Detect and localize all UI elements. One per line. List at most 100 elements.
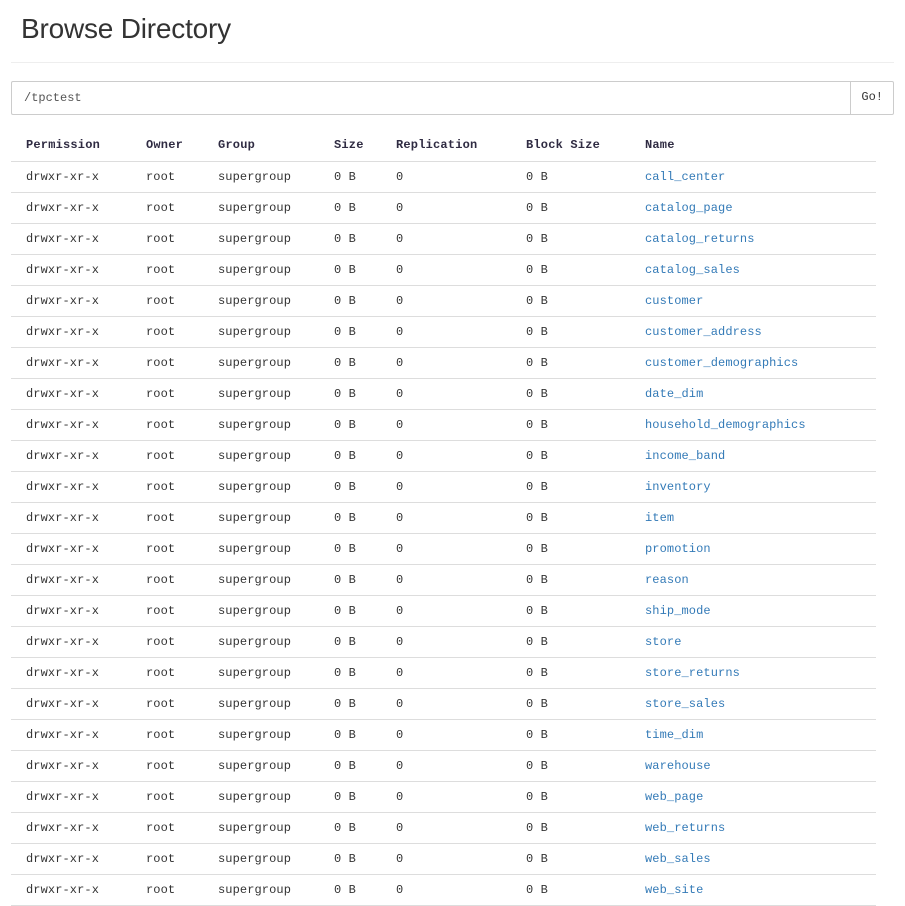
cell-group: supergroup <box>218 378 334 410</box>
cell-group: supergroup <box>218 595 334 627</box>
cell-group: supergroup <box>218 750 334 782</box>
table-row: drwxr-xr-x root supergroup 0 B00 Bweb_page <box>11 781 876 813</box>
cell-owner: root <box>146 316 218 348</box>
cell-name: item <box>645 502 876 534</box>
cell-size: 0 B <box>334 285 396 317</box>
cell-block-size: 0 B <box>526 688 645 720</box>
column-header-replication: Replication <box>396 137 526 162</box>
cell-size: 0 B <box>334 533 396 565</box>
cell-owner: root <box>146 223 218 255</box>
cell-size: 0 B <box>334 781 396 813</box>
cell-group: supergroup <box>218 502 334 534</box>
cell-group: supergroup <box>218 471 334 503</box>
cell-block-size: 0 B <box>526 502 645 534</box>
cell-size: 0 B <box>334 812 396 844</box>
cell-group: supergroup <box>218 719 334 751</box>
cell-owner: root <box>146 409 218 441</box>
cell-owner: root <box>146 440 218 472</box>
directory-link[interactable]: catalog_sales <box>645 263 740 277</box>
cell-name: reason <box>645 564 876 596</box>
directory-link[interactable]: web_page <box>645 790 703 804</box>
cell-replication: 0 <box>396 564 526 596</box>
cell-permission: drwxr-xr-x <box>11 192 146 224</box>
table-row: drwxr-xr-x root supergroup 0 B00 Bcatalog_r… <box>11 223 876 255</box>
directory-table-body: drwxr-xr-x root supergroup 0 B00 Bcall_cent… <box>11 161 876 906</box>
directory-link[interactable]: customer_demographics <box>645 356 798 370</box>
page-title: Browse Directory <box>21 13 231 44</box>
directory-link[interactable]: date_dim <box>645 387 703 401</box>
table-row: drwxr-xr-x root supergroup 0 B00 Bcustomer <box>11 285 876 317</box>
cell-owner: root <box>146 192 218 224</box>
cell-size: 0 B <box>334 378 396 410</box>
table-row: drwxr-xr-x root supergroup 0 B00 Bcall_cent… <box>11 161 876 193</box>
cell-name: warehouse <box>645 750 876 782</box>
table-row: drwxr-xr-x root supergroup 0 B00 Binventory <box>11 471 876 503</box>
directory-link[interactable]: warehouse <box>645 759 711 773</box>
cell-name: web_returns <box>645 812 876 844</box>
directory-table: Permission Owner Group Size Replication … <box>11 137 876 906</box>
cell-name: income_band <box>645 440 876 472</box>
cell-size: 0 B <box>334 223 396 255</box>
table-row: drwxr-xr-x root supergroup 0 B00 Bhousehold… <box>11 409 876 441</box>
cell-name: call_center <box>645 161 876 193</box>
directory-path-input[interactable] <box>11 80 851 115</box>
cell-name: catalog_sales <box>645 254 876 286</box>
cell-owner: root <box>146 471 218 503</box>
cell-size: 0 B <box>334 564 396 596</box>
directory-table-container: Permission Owner Group Size Replication … <box>11 137 894 906</box>
cell-replication: 0 <box>396 657 526 689</box>
table-row: drwxr-xr-x root supergroup 0 B00 Bincome_ba… <box>11 440 876 472</box>
cell-group: supergroup <box>218 843 334 875</box>
table-row: drwxr-xr-x root supergroup 0 B00 Bstore <box>11 626 876 658</box>
cell-size: 0 B <box>334 719 396 751</box>
directory-link[interactable]: income_band <box>645 449 725 463</box>
cell-owner: root <box>146 533 218 565</box>
directory-link[interactable]: time_dim <box>645 728 703 742</box>
cell-owner: root <box>146 812 218 844</box>
directory-link[interactable]: web_returns <box>645 821 725 835</box>
cell-block-size: 0 B <box>526 719 645 751</box>
cell-replication: 0 <box>396 843 526 875</box>
directory-link[interactable]: catalog_returns <box>645 232 755 246</box>
cell-replication: 0 <box>396 626 526 658</box>
directory-link[interactable]: store_sales <box>645 697 725 711</box>
cell-size: 0 B <box>334 502 396 534</box>
cell-size: 0 B <box>334 254 396 286</box>
cell-name: date_dim <box>645 378 876 410</box>
directory-link[interactable]: customer_address <box>645 325 762 339</box>
directory-link[interactable]: web_sales <box>645 852 711 866</box>
directory-link[interactable]: promotion <box>645 542 711 556</box>
cell-block-size: 0 B <box>526 285 645 317</box>
directory-link[interactable]: reason <box>645 573 689 587</box>
cell-replication: 0 <box>396 502 526 534</box>
directory-link[interactable]: catalog_page <box>645 201 733 215</box>
cell-replication: 0 <box>396 812 526 844</box>
cell-permission: drwxr-xr-x <box>11 161 146 193</box>
table-row: drwxr-xr-x root supergroup 0 B00 Bwarehouse <box>11 750 876 782</box>
cell-permission: drwxr-xr-x <box>11 347 146 379</box>
cell-block-size: 0 B <box>526 533 645 565</box>
cell-permission: drwxr-xr-x <box>11 626 146 658</box>
cell-owner: root <box>146 564 218 596</box>
cell-replication: 0 <box>396 874 526 906</box>
directory-link[interactable]: customer <box>645 294 703 308</box>
directory-link[interactable]: call_center <box>645 170 725 184</box>
directory-link[interactable]: household_demographics <box>645 418 806 432</box>
cell-owner: root <box>146 750 218 782</box>
directory-link[interactable]: item <box>645 511 674 525</box>
table-row: drwxr-xr-x root supergroup 0 B00 Bcustomer_… <box>11 347 876 379</box>
cell-block-size: 0 B <box>526 471 645 503</box>
go-button[interactable]: Go! <box>850 80 894 115</box>
directory-link[interactable]: ship_mode <box>645 604 711 618</box>
directory-link[interactable]: store <box>645 635 682 649</box>
directory-link[interactable]: inventory <box>645 480 711 494</box>
cell-group: supergroup <box>218 316 334 348</box>
cell-replication: 0 <box>396 223 526 255</box>
directory-link[interactable]: store_returns <box>645 666 740 680</box>
cell-owner: root <box>146 874 218 906</box>
cell-permission: drwxr-xr-x <box>11 533 146 565</box>
browse-directory-page: Browse Directory Go! Permission Owner Gr… <box>0 0 905 906</box>
directory-link[interactable]: web_site <box>645 883 703 897</box>
cell-group: supergroup <box>218 409 334 441</box>
cell-group: supergroup <box>218 688 334 720</box>
